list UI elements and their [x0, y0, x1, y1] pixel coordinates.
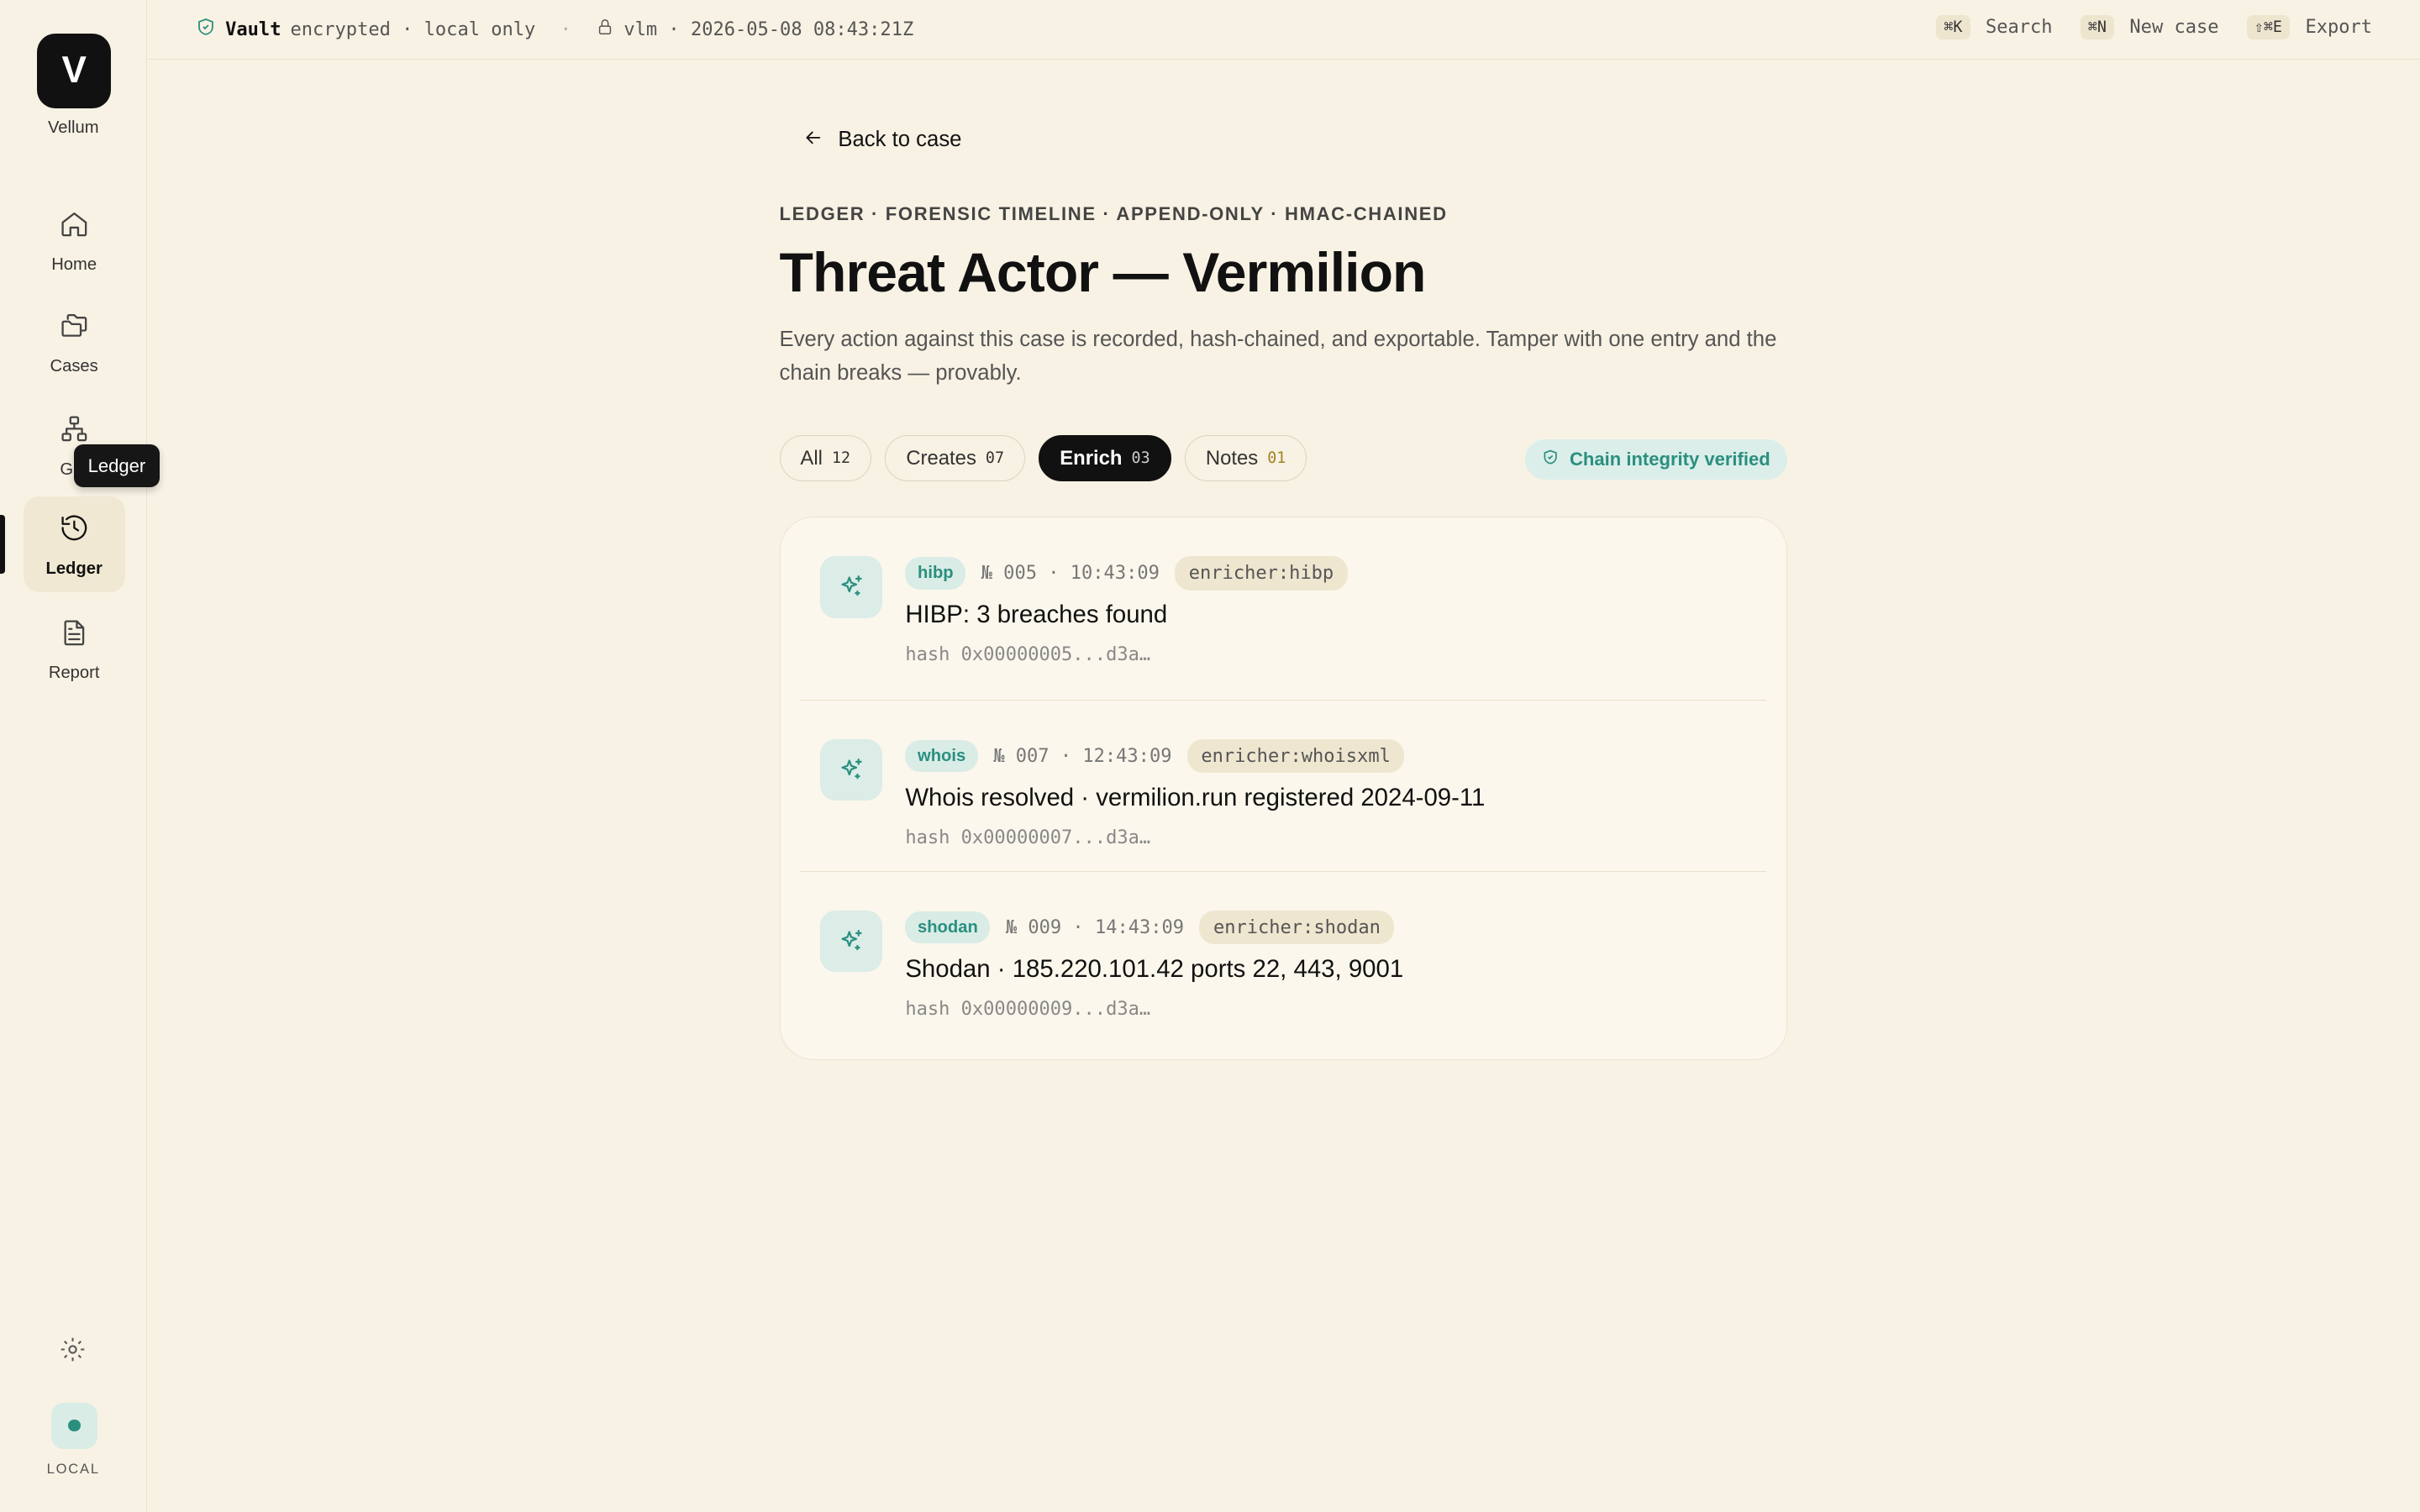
- page-eyebrow: LEDGER · FORENSIC TIMELINE · APPEND-ONLY…: [779, 203, 1448, 225]
- shield-check-icon: [196, 17, 216, 42]
- filter-label: Notes: [1205, 446, 1259, 470]
- gear-icon: [59, 1336, 87, 1370]
- filter-count: 07: [985, 449, 1004, 467]
- filter-label: All: [800, 446, 823, 470]
- shortcut-badge: ⌘K: [1936, 15, 1970, 39]
- ledger-entry[interactable]: whois № 007 · 12:43:09 enricher:whoisxml…: [800, 700, 1767, 872]
- page-description: Every action against this case is record…: [779, 327, 1777, 386]
- entry-meta: shodan № 009 · 14:43:09 enricher:shodan: [905, 910, 1395, 945]
- shortcut-badge: ⇧⌘E: [2246, 15, 2291, 39]
- filter-enrich[interactable]: Enrich 03: [1039, 434, 1171, 482]
- search-action[interactable]: Search: [1986, 17, 2053, 38]
- active-indicator: [0, 515, 5, 575]
- sidebar-item-cases[interactable]: Cases: [24, 295, 125, 391]
- lock-icon: [596, 18, 614, 41]
- entry-sequence: № 009 · 14:43:09: [1005, 916, 1185, 938]
- entry-sequence: № 007 · 12:43:09: [993, 745, 1172, 767]
- actor-tag: enricher:whoisxml: [1186, 738, 1405, 774]
- sparkles-icon: [820, 738, 882, 801]
- filter-count: 12: [831, 449, 851, 467]
- sidebar-item-label: Cases: [50, 356, 98, 375]
- sidebar-item-label: Ledger: [45, 559, 103, 578]
- sidebar-item-report[interactable]: Report: [24, 601, 125, 697]
- shortcut-badge: ⌘N: [2080, 15, 2115, 39]
- source-tag: whois: [905, 739, 978, 773]
- entry-meta: hibp № 005 · 10:43:09 enricher:hibp: [905, 556, 1348, 591]
- home-icon: [59, 208, 90, 246]
- vault-label: Vault: [225, 18, 281, 40]
- filter-count: 01: [1267, 449, 1286, 467]
- sidebar-item-label: Home: [51, 255, 97, 274]
- sidebar: V Vellum Home Cases Gra Ledger Report Le…: [0, 0, 160, 1512]
- entry-title: HIBP: 3 breaches found: [905, 601, 1168, 629]
- filter-creates[interactable]: Creates 07: [885, 434, 1025, 482]
- arrow-left-icon: [802, 127, 824, 155]
- entry-hash: hash 0x00000005...d3a…: [905, 643, 1151, 665]
- back-to-case-link[interactable]: Back to case: [802, 127, 961, 155]
- top-bar: Vault encrypted · local only · vlm · 202…: [148, 0, 2420, 60]
- sparkles-icon: [820, 910, 882, 973]
- entry-hash: hash 0x00000007...d3a…: [905, 827, 1151, 848]
- top-actions: ⌘K Search ⌘N New case ⇧⌘E Export: [1936, 15, 2372, 39]
- vault-status: Vault encrypted · local only · vlm · 202…: [196, 17, 913, 42]
- filter-notes[interactable]: Notes 01: [1185, 434, 1307, 482]
- status-dot: [67, 1419, 81, 1432]
- actor-tag: enricher:hibp: [1175, 556, 1348, 591]
- new-case-action[interactable]: New case: [2129, 17, 2218, 38]
- app-name: Vellum: [47, 118, 99, 138]
- export-action[interactable]: Export: [2305, 17, 2372, 38]
- entry-title: Whois resolved · vermilion.run registere…: [905, 784, 1486, 812]
- source-tag: shodan: [905, 911, 991, 944]
- sidebar-item-label: Report: [48, 664, 100, 683]
- app-logo[interactable]: V: [37, 34, 112, 108]
- entry-meta: whois № 007 · 12:43:09 enricher:whoisxml: [905, 738, 1405, 774]
- vault-status-text: encrypted · local only: [290, 18, 536, 40]
- chain-integrity-badge: Chain integrity verified: [1524, 439, 1787, 480]
- separator: ·: [560, 18, 571, 40]
- sidebar-item-home[interactable]: Home: [24, 193, 125, 289]
- file-text-icon: [59, 617, 90, 655]
- filter-tabs: All 12 Creates 07 Enrich 03 Notes 01: [779, 434, 1307, 482]
- local-status-label: LOCAL: [46, 1461, 100, 1478]
- ledger-entry[interactable]: shodan № 009 · 14:43:09 enricher:shodan …: [800, 870, 1767, 1043]
- sparkles-icon: [820, 556, 882, 618]
- filter-label: Enrich: [1060, 446, 1123, 470]
- ledger-entry[interactable]: hibp № 005 · 10:43:09 enricher:hibp HIBP…: [800, 517, 1766, 689]
- sidebar-item-ledger[interactable]: Ledger: [23, 496, 125, 593]
- filter-count: 03: [1131, 449, 1150, 467]
- history-icon: [59, 512, 90, 550]
- page-title: Threat Actor — Vermilion: [779, 241, 1427, 304]
- ledger-entries-card: hibp № 005 · 10:43:09 enricher:hibp HIBP…: [779, 517, 1787, 1060]
- sidebar-tooltip: Ledger: [74, 444, 160, 488]
- session-info: vlm · 2026-05-08 08:43:21Z: [623, 18, 914, 40]
- entry-sequence: № 005 · 10:43:09: [981, 562, 1160, 584]
- source-tag: hibp: [905, 557, 966, 590]
- entry-hash: hash 0x00000009...d3a…: [905, 998, 1151, 1020]
- entry-title: Shodan · 185.220.101.42 ports 22, 443, 9…: [905, 955, 1404, 984]
- local-status-indicator[interactable]: [50, 1402, 97, 1449]
- shield-check-icon: [1542, 449, 1559, 470]
- actor-tag: enricher:shodan: [1199, 910, 1395, 945]
- filter-label: Creates: [906, 446, 976, 470]
- filter-all[interactable]: All 12: [779, 434, 871, 482]
- settings-button[interactable]: [55, 1336, 89, 1370]
- back-label: Back to case: [838, 128, 962, 152]
- integrity-label: Chain integrity verified: [1570, 449, 1770, 470]
- folders-icon: [59, 310, 90, 348]
